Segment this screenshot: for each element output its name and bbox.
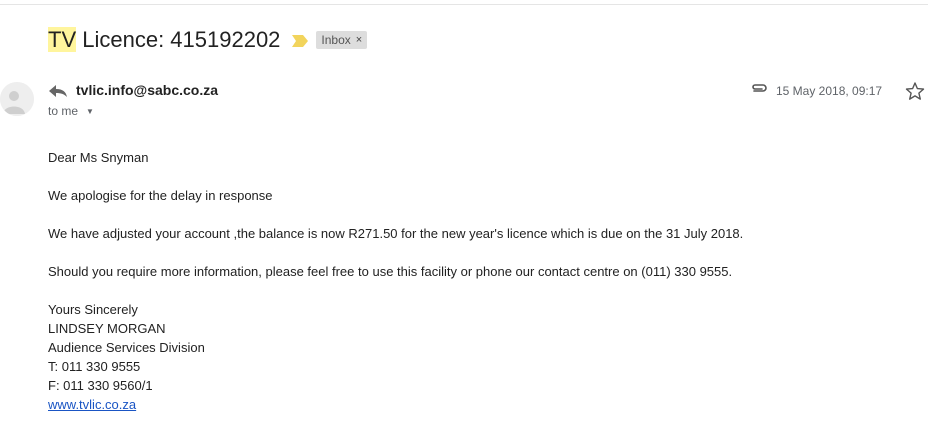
email-body: Dear Ms Snyman We apologise for the dela… xyxy=(48,148,743,414)
signature-division: Audience Services Division xyxy=(48,340,205,355)
sender-email[interactable]: tvlic.info@sabc.co.za xyxy=(76,82,218,98)
body-paragraph-3: Should you require more information, ple… xyxy=(48,264,733,279)
recipient-row[interactable]: to me ▼ xyxy=(48,104,94,118)
inbox-label-chip[interactable]: Inbox × xyxy=(316,31,368,49)
top-divider xyxy=(0,4,928,5)
inbox-label-text: Inbox xyxy=(321,33,351,47)
subject-row: TV Licence: 415192202 Inbox × xyxy=(48,26,368,54)
subject-highlight: TV xyxy=(48,27,77,52)
signature-phone: T: 011 330 9555 xyxy=(48,359,141,374)
subject-text: Licence: 415192202 xyxy=(76,27,281,52)
star-icon[interactable] xyxy=(905,81,925,101)
signature-fax: F: 011 330 9560/1 xyxy=(48,378,153,393)
signature-website-link[interactable]: www.tvlic.co.za xyxy=(48,397,136,412)
recipient-label: to me xyxy=(48,104,79,118)
attachment-icon xyxy=(750,82,768,96)
reply-icon[interactable] xyxy=(48,84,68,98)
details-dropdown-icon[interactable]: ▼ xyxy=(86,107,94,116)
remove-label-button[interactable]: × xyxy=(356,34,362,46)
signature-closing: Yours Sincerely xyxy=(48,302,138,317)
email-date: 15 May 2018, 09:17 xyxy=(776,84,883,98)
importance-marker-icon[interactable] xyxy=(292,34,309,47)
body-paragraph-2: We have adjusted your account ,the balan… xyxy=(48,226,744,241)
avatar-icon xyxy=(0,82,34,116)
greeting: Dear Ms Snyman xyxy=(48,150,149,165)
email-subject: TV Licence: 415192202 xyxy=(48,27,280,53)
body-paragraph-1: We apologise for the delay in response xyxy=(48,188,273,203)
signature-name: LINDSEY MORGAN xyxy=(48,321,166,336)
